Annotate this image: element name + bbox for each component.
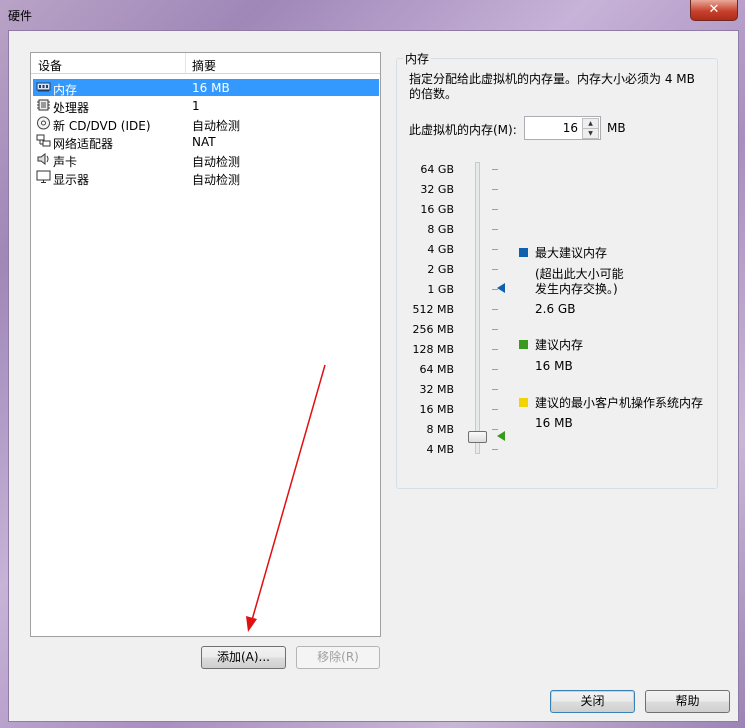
memory-size-value[interactable]: 16 [563, 121, 578, 135]
device-row-display[interactable]: 显示器 自动检测 [33, 169, 379, 187]
max-recommended-note-2: 发生内存交换。) [535, 282, 618, 296]
device-row-memory[interactable]: 内存 16 MB [33, 79, 379, 97]
scale-label: 16 MB [419, 403, 454, 416]
window-title: 硬件 [8, 9, 33, 23]
memory-unit-label: MB [607, 121, 626, 135]
scale-label: 16 GB [420, 203, 454, 216]
tick-mark [492, 429, 498, 430]
device-name: 新 CD/DVD (IDE) [53, 119, 151, 133]
device-row-sound-card[interactable]: 声卡 自动检测 [33, 151, 379, 169]
memory-size-stepper[interactable]: 16 ▲ ▼ [524, 116, 601, 140]
device-summary: 自动检测 [192, 173, 241, 187]
device-summary: 1 [192, 99, 200, 113]
scale-label: 128 MB [412, 343, 454, 356]
scale-label: 4 MB [426, 443, 454, 456]
device-summary: 自动检测 [192, 119, 241, 133]
memory-group-title: 内存 [403, 50, 432, 67]
scale-label: 32 GB [420, 183, 454, 196]
max-recommended-marker-icon [497, 283, 505, 293]
device-summary: 自动检测 [192, 155, 241, 169]
scale-label: 2 GB [427, 263, 454, 276]
tick-mark [492, 209, 498, 210]
max-recommended-swatch-icon [519, 248, 528, 257]
tick-mark [492, 409, 498, 410]
device-name: 网络适配器 [53, 137, 114, 151]
display-icon [36, 170, 51, 183]
memory-group: 内存 指定分配给此虚拟机的内存量。内存大小必须为 4 MB 的倍数。 此虚拟机的… [396, 50, 718, 489]
tick-mark [492, 249, 498, 250]
column-header-summary[interactable]: 摘要 [192, 57, 216, 74]
column-divider[interactable] [185, 53, 186, 73]
spin-down-arrow-icon[interactable]: ▼ [582, 128, 599, 139]
device-name: 声卡 [53, 155, 78, 169]
device-name: 显示器 [53, 173, 90, 187]
device-row-cd-dvd[interactable]: 新 CD/DVD (IDE) 自动检测 [33, 115, 379, 133]
tick-mark [492, 329, 498, 330]
scale-label: 1 GB [427, 283, 454, 296]
tick-mark [492, 269, 498, 270]
memory-icon [36, 82, 51, 92]
remove-device-button[interactable]: 移除(R) [296, 646, 380, 669]
memory-field-label: 此虚拟机的内存(M): [409, 123, 517, 137]
device-row-processor[interactable]: 处理器 1 [33, 97, 379, 115]
scale-label: 4 GB [427, 243, 454, 256]
device-summary: 16 MB [192, 81, 230, 95]
device-list[interactable]: 设备 摘要 内存 16 MB 处理器 1 新 CD/DVD (IDE) 自动检测… [30, 52, 381, 637]
dialog-client-area: 设备 摘要 内存 16 MB 处理器 1 新 CD/DVD (IDE) 自动检测… [8, 30, 739, 722]
tick-mark [492, 449, 498, 450]
recommended-marker-icon [497, 431, 505, 441]
title-bar: 硬件 ✕ [0, 0, 745, 30]
tick-mark [492, 349, 498, 350]
recommended-value: 16 MB [535, 359, 573, 373]
device-name: 内存 [53, 83, 78, 97]
recommended-swatch-icon [519, 340, 528, 349]
scale-label: 32 MB [419, 383, 454, 396]
tick-mark [492, 229, 498, 230]
network-adapter-icon [36, 134, 51, 147]
column-header-device[interactable]: 设备 [38, 57, 62, 74]
processor-icon [37, 99, 50, 111]
scale-label: 512 MB [412, 303, 454, 316]
max-recommended-note-1: (超出此大小可能 [535, 267, 624, 281]
min-guest-label: 建议的最小客户机操作系统内存 [535, 396, 704, 410]
tick-mark [492, 369, 498, 370]
help-button[interactable]: 帮助 [645, 690, 730, 713]
tick-mark [492, 169, 498, 170]
device-name: 处理器 [53, 101, 90, 115]
min-guest-value: 16 MB [535, 416, 573, 430]
scale-label: 256 MB [412, 323, 454, 336]
memory-slider-thumb[interactable] [468, 431, 487, 443]
max-recommended-label: 最大建议内存 [535, 246, 608, 260]
cd-dvd-icon [37, 116, 50, 130]
min-guest-swatch-icon [519, 398, 528, 407]
device-list-header: 设备 摘要 [31, 53, 380, 74]
close-button[interactable]: 关闭 [550, 690, 635, 713]
tick-mark [492, 309, 498, 310]
device-summary: NAT [192, 135, 216, 149]
sound-card-icon [37, 153, 49, 165]
scale-label: 8 GB [427, 223, 454, 236]
scale-label: 8 MB [426, 423, 454, 436]
recommended-label: 建议内存 [535, 338, 584, 352]
scale-label: 64 GB [420, 163, 454, 176]
max-recommended-value: 2.6 GB [535, 302, 576, 316]
add-device-button[interactable]: 添加(A)... [201, 646, 286, 669]
device-row-network-adapter[interactable]: 网络适配器 NAT [33, 133, 379, 151]
memory-description: 指定分配给此虚拟机的内存量。内存大小必须为 4 MB 的倍数。 [409, 72, 695, 101]
tick-mark [492, 189, 498, 190]
memory-slider-track[interactable] [475, 162, 480, 454]
scale-label: 64 MB [419, 363, 454, 376]
close-window-button[interactable]: ✕ [690, 0, 738, 21]
tick-mark [492, 389, 498, 390]
